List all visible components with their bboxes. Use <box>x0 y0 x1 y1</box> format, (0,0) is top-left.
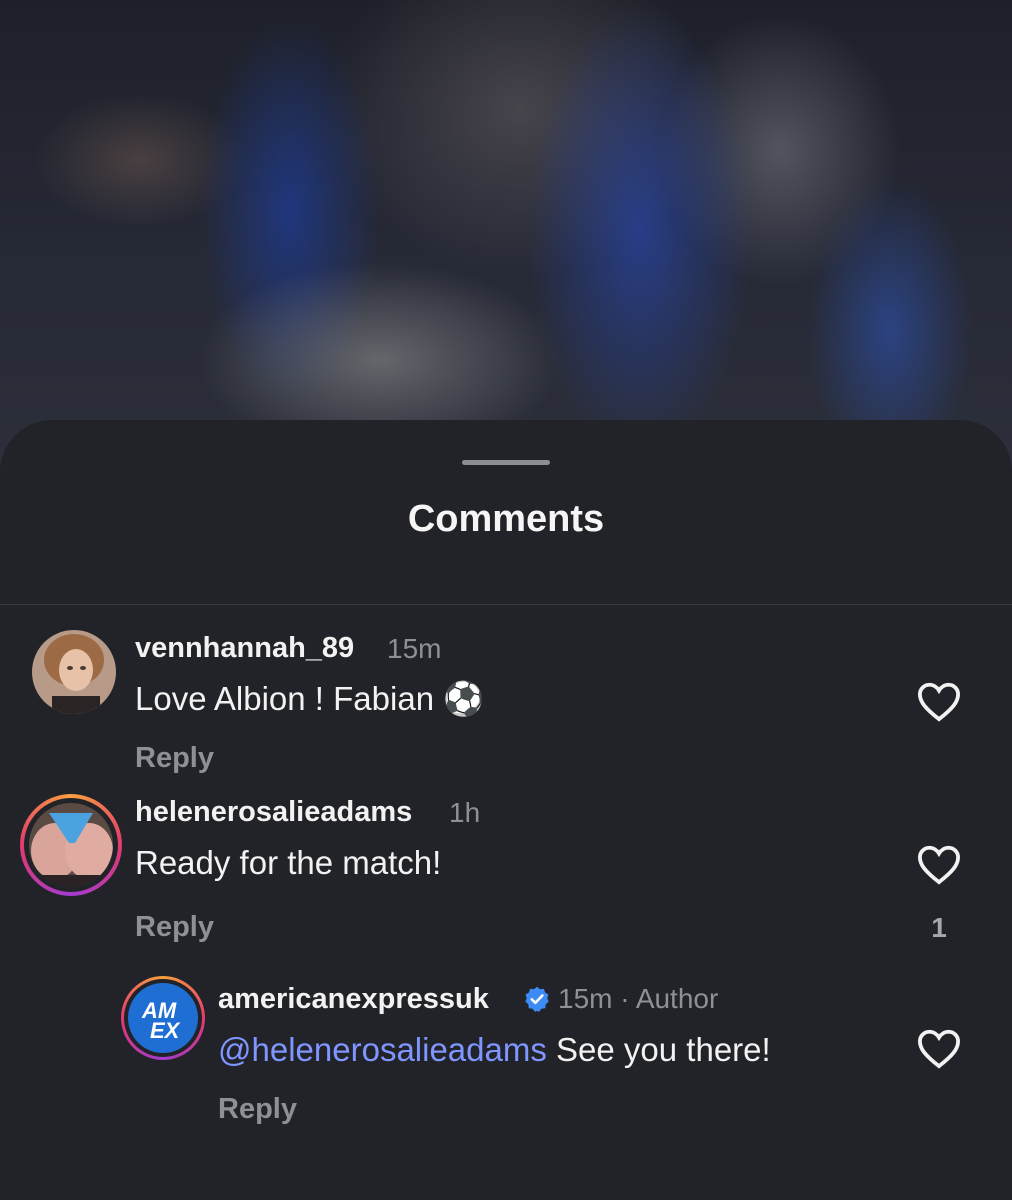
avatar[interactable] <box>32 630 116 714</box>
author-label: Author <box>635 983 719 1014</box>
heart-outline-icon[interactable] <box>916 680 962 722</box>
comments-sheet: Comments vennhannah_89 15m Love Albion !… <box>0 420 1012 1200</box>
svg-text:EX: EX <box>150 1018 181 1043</box>
avatar-story-ring[interactable]: AM EX <box>121 976 205 1060</box>
comment-timestamp: 1h <box>449 797 481 828</box>
mention-link[interactable]: @helenerosalieadams <box>218 1031 547 1068</box>
comment-text-body: Love Albion ! Fabian <box>135 680 435 717</box>
avatar-story-ring[interactable] <box>20 794 122 896</box>
amex-logo: AM EX <box>128 983 198 1053</box>
comment-username[interactable]: helenerosalieadams <box>135 796 412 829</box>
avatar <box>29 803 113 887</box>
heart-outline-icon[interactable] <box>916 843 962 885</box>
comment-username[interactable]: vennhannah_89 <box>135 632 354 665</box>
like-count: 1 <box>931 912 947 943</box>
video-background <box>0 0 1012 470</box>
reply-text: @helenerosalieadams See you there! <box>218 1031 771 1069</box>
reply-username[interactable]: americanexpressuk <box>218 983 489 1016</box>
heart-outline-icon[interactable] <box>916 1027 962 1069</box>
header-divider <box>0 604 1012 605</box>
comment-text: Ready for the match! <box>135 844 442 881</box>
reply-button[interactable]: Reply <box>218 1093 297 1126</box>
reply-text-body: See you there! <box>556 1031 771 1068</box>
reply-button[interactable]: Reply <box>135 742 214 775</box>
soccer-ball-emoji: ⚽ <box>443 680 485 717</box>
reply-button[interactable]: Reply <box>135 911 214 944</box>
reply-timestamp: 15m <box>558 983 613 1014</box>
sheet-title: Comments <box>407 498 605 540</box>
sheet-grab-handle[interactable] <box>462 460 550 465</box>
verified-badge-icon <box>525 986 549 1012</box>
comment-text: Love Albion ! Fabian ⚽ <box>135 680 484 719</box>
comment-timestamp: 15m <box>387 633 442 664</box>
amex-logo-mark: AM EX <box>141 998 181 1043</box>
reply-meta: 15m · Author <box>558 983 718 1015</box>
meta-separator: · <box>620 983 630 1014</box>
